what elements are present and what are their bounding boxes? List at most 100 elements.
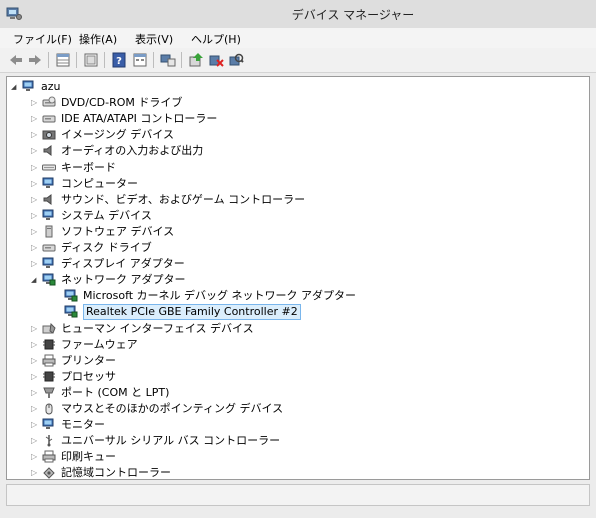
tree-category-item[interactable]: ▷ システム デバイス [31,208,589,224]
expand-arrow-icon[interactable]: ▷ [31,259,39,269]
tree-child-item[interactable]: Realtek PCIe GBE Family Controller #2 [53,304,589,321]
tree-item-label: サウンド、ビデオ、およびゲーム コントローラー [61,192,306,206]
devices-icon[interactable] [160,52,176,68]
tree-category-item[interactable]: ▷ イメージング デバイス [31,127,589,143]
tree-item-label: 記憶域コントローラー [61,466,171,480]
tree-category-item[interactable]: ▷ IDE ATA/ATAPI コントローラー [31,111,589,127]
tree-category-item[interactable]: ▷ ヒューマン インターフェイス デバイス [31,321,589,337]
tree-item-label: プリンター [61,353,116,367]
network-card-icon [64,305,78,318]
tree-category-item[interactable]: ▷ モニター [31,417,589,433]
collapse-arrow-icon[interactable]: ◢ [11,82,19,92]
display-adapter-icon [42,257,54,269]
tree-category-item[interactable]: ▷ 記憶域コントローラー [31,465,589,481]
tree-category-item[interactable]: ▷ サウンド、ビデオ、およびゲーム コントローラー [31,192,589,208]
expand-arrow-icon[interactable]: ▷ [31,372,39,382]
network-card-icon [64,289,78,302]
keyboard-icon [42,164,56,170]
expand-arrow-icon[interactable]: ▷ [31,452,39,462]
tree-category-item[interactable]: ▷ オーディオの入力および出力 [31,143,589,159]
tree-item-label: ヒューマン インターフェイス デバイス [61,321,254,335]
toolbar-separator [76,52,77,68]
tree-item-label: ディスク ドライブ [61,241,152,254]
tree-category-item[interactable]: ▷ ユニバーサル シリアル バス コントローラー [31,433,589,449]
menu-view[interactable]: 表示(V) [135,31,173,47]
expand-arrow-icon[interactable]: ▷ [31,179,39,189]
uninstall-icon[interactable] [208,52,224,68]
expand-arrow-icon[interactable]: ▷ [31,98,39,108]
tree-category-item[interactable]: ▷ ディスク ドライブ [31,240,589,256]
tree-category-item[interactable]: ▷ マウスとそのほかのポインティング デバイス [31,401,589,417]
tree-category-item[interactable]: ▷ DVD/CD-ROM ドライブ [31,95,589,111]
expand-arrow-icon[interactable]: ▷ [31,388,39,398]
update-driver-icon[interactable] [188,52,204,68]
expand-arrow-icon[interactable]: ▷ [31,340,39,350]
help-icon[interactable]: ? [111,52,127,68]
tree-item-label: オーディオの入力および出力 [61,144,204,158]
computer-icon [22,80,34,91]
tree-item-label: モニター [61,418,105,432]
expand-arrow-icon[interactable]: ▷ [31,195,39,205]
tree-item-label: ファームウェア [61,337,138,351]
menu-help[interactable]: ヘルプ(H) [191,31,241,47]
expand-arrow-icon[interactable]: ▷ [31,356,39,366]
tree-item-label: イメージング デバイス [61,128,174,142]
tree-category-item[interactable]: ▷ ディスプレイ アダプター [31,256,589,272]
expand-arrow-icon[interactable]: ▷ [31,420,39,430]
title-bar[interactable]: デバイス マネージャー [0,0,596,28]
computer-icon [42,177,54,188]
forward-icon[interactable] [27,52,43,68]
tree-item-label: マウスとそのほかのポインティング デバイス [61,402,284,415]
tree-category-item[interactable]: ▷ プリンター [31,353,589,369]
processor-icon [43,371,55,382]
tree-category-item[interactable]: ▷ キーボード [31,160,589,176]
device-tree[interactable]: ◢ azu ▷ DVD/CD-ROM ドライブ ▷ IDE ATA/ATAPI コントロー… [6,76,590,480]
tree-category-item[interactable]: ▷ ポート (COM と LPT) [31,385,589,401]
tree-category-item[interactable]: ▷ ソフトウェア デバイス [31,224,589,240]
ide-controller-icon [42,115,56,123]
scan-hardware-icon[interactable] [228,52,244,68]
expand-arrow-icon[interactable]: ▷ [31,146,39,156]
menu-file[interactable]: ファイル(F) [13,31,72,47]
view-icon[interactable] [132,52,148,68]
hid-icon [42,322,56,334]
collapse-arrow-icon[interactable]: ◢ [31,275,39,285]
expand-arrow-icon[interactable]: ▷ [31,436,39,446]
toolbar-separator [48,52,49,68]
status-bar [6,484,590,506]
back-icon[interactable] [8,52,24,68]
expand-arrow-icon[interactable]: ▷ [31,211,39,221]
toolbar: ? [0,48,596,73]
expand-arrow-icon[interactable]: ▷ [31,227,39,237]
tree-item-label: Microsoft カーネル デバッグ ネットワーク アダプター [83,289,357,303]
tree-category-item[interactable]: ▷ ファームウェア [31,337,589,353]
tree-root[interactable]: ◢ azu [11,79,589,95]
network-adapter-icon [42,273,56,286]
expand-arrow-icon[interactable]: ▷ [31,114,39,124]
monitor-icon [42,418,54,430]
expand-arrow-icon[interactable]: ▷ [31,163,39,173]
expand-arrow-icon[interactable]: ▷ [31,468,39,478]
properties-grid-icon[interactable] [55,52,71,68]
tree-category-item[interactable]: ▷ プロセッサ [31,369,589,385]
toolbar-separator [153,52,154,68]
expand-arrow-icon[interactable]: ▷ [31,324,39,334]
dvd-drive-icon [42,96,56,107]
toolbar-separator [181,52,182,68]
menu-action[interactable]: 操作(A) [79,31,117,47]
tree-item-label: ディスプレイ アダプター [61,257,185,271]
tree-item-label: azu [41,80,61,93]
show-hide-tree-icon[interactable] [83,52,99,68]
expand-arrow-icon[interactable]: ▷ [31,404,39,414]
device-manager-window: デバイス マネージャー ファイル(F) 操作(A) 表示(V) ヘルプ(H) ? [0,0,596,518]
tree-category-item[interactable]: ▷ コンピューター [31,176,589,192]
tree-item-label: DVD/CD-ROM ドライブ [61,96,183,110]
tree-category-item[interactable]: ◢ ネットワーク アダプター [31,272,589,288]
tree-item-label: コンピューター [61,176,138,190]
expand-arrow-icon[interactable]: ▷ [31,130,39,140]
expand-arrow-icon[interactable]: ▷ [31,243,39,253]
tree-child-item[interactable]: Microsoft カーネル デバッグ ネットワーク アダプター [53,288,589,304]
tree-category-item[interactable]: ▷ 印刷キュー [31,449,589,465]
tree-item-label: ユニバーサル シリアル バス コントローラー [61,434,281,448]
mouse-icon [45,403,53,415]
